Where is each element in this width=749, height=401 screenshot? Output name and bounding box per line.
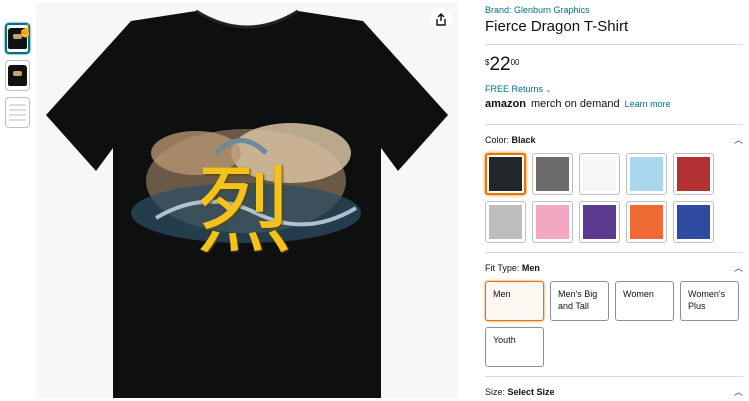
- free-returns-link[interactable]: FREE Returns ⌄: [485, 84, 743, 94]
- size-section-header[interactable]: Size: Select Size ︿: [485, 385, 743, 398]
- merch-on-demand-text: merch on demand: [530, 98, 620, 110]
- price: $ 22 00: [485, 55, 743, 75]
- chevron-up-icon[interactable]: ︿: [734, 385, 743, 398]
- swatch-color-fill: [677, 157, 710, 191]
- color-swatch-black[interactable]: [485, 153, 526, 195]
- merch-on-demand: amazon merch on demand Learn more: [485, 98, 743, 110]
- swatch-color-fill: [630, 205, 663, 239]
- color-swatch-white[interactable]: [579, 153, 620, 195]
- thumbnail-2[interactable]: [5, 60, 30, 91]
- swatch-color-fill: [583, 205, 616, 239]
- tshirt-thumbnail-image: [8, 65, 27, 86]
- kanji-print: 烈: [196, 155, 292, 267]
- chevron-down-icon: ⌄: [545, 87, 552, 94]
- hand-cursor-icon: ☝: [18, 24, 33, 38]
- color-swatches: [485, 153, 743, 243]
- color-swatch-orange[interactable]: [626, 201, 667, 243]
- fit-label: Fit Type: Men: [485, 262, 540, 273]
- fit-option-women-s-plus[interactable]: Women's Plus: [680, 281, 739, 321]
- product-details-panel: Brand: Glenburn Graphics Fierce Dragon T…: [485, 0, 743, 398]
- thumbnail-3[interactable]: [5, 97, 30, 128]
- divider: [485, 124, 743, 125]
- learn-more-link[interactable]: Learn more: [625, 99, 671, 109]
- chevron-up-icon[interactable]: ︿: [734, 261, 743, 274]
- divider: [485, 44, 743, 45]
- color-swatch-heather-grey[interactable]: [485, 201, 526, 243]
- fit-type-options: Men Men's Big and Tall Women Women's Plus Yo…: [485, 281, 743, 367]
- swatch-color-fill: [489, 205, 522, 239]
- fit-option-men[interactable]: Men: [485, 281, 544, 321]
- swatch-color-fill: [677, 205, 710, 239]
- amazon-logo: amazon: [485, 98, 526, 110]
- product-title: Fierce Dragon T-Shirt: [485, 18, 629, 35]
- share-button[interactable]: [430, 8, 452, 30]
- color-swatch-pink[interactable]: [532, 201, 573, 243]
- fit-section-header[interactable]: Fit Type: Men ︿: [485, 261, 743, 274]
- size-label: Size: Select Size: [485, 386, 555, 397]
- fit-option-women[interactable]: Women: [615, 281, 674, 321]
- main-product-image[interactable]: 烈: [36, 3, 458, 398]
- color-swatch-cranberry[interactable]: [673, 153, 714, 195]
- color-swatch-asphalt[interactable]: [532, 153, 573, 195]
- chevron-up-icon[interactable]: ︿: [734, 133, 743, 146]
- color-swatch-royal-blue[interactable]: [673, 201, 714, 243]
- divider: [485, 376, 743, 377]
- swatch-color-fill: [536, 205, 569, 239]
- price-whole: 22: [489, 54, 511, 75]
- size-chart-thumbnail-image: [9, 101, 26, 124]
- swatch-color-fill: [536, 157, 569, 191]
- brand-link[interactable]: Brand: Glenburn Graphics: [485, 5, 743, 15]
- swatch-color-fill: [583, 157, 616, 191]
- free-returns-label: FREE Returns: [485, 84, 544, 94]
- price-fraction: 00: [510, 58, 520, 67]
- color-swatch-purple[interactable]: [579, 201, 620, 243]
- thumbnail-strip: [5, 23, 33, 134]
- fit-option-men-s-big-and-tall[interactable]: Men's Big and Tall: [550, 281, 609, 321]
- fit-option-youth[interactable]: Youth: [485, 327, 544, 367]
- swatch-color-fill: [630, 157, 663, 191]
- divider: [485, 252, 743, 253]
- share-icon: [436, 12, 446, 26]
- swatch-color-fill: [489, 157, 522, 191]
- color-swatch-baby-blue[interactable]: [626, 153, 667, 195]
- color-section-header[interactable]: Color: Black ︿: [485, 133, 743, 146]
- color-label: Color: Black: [485, 134, 536, 145]
